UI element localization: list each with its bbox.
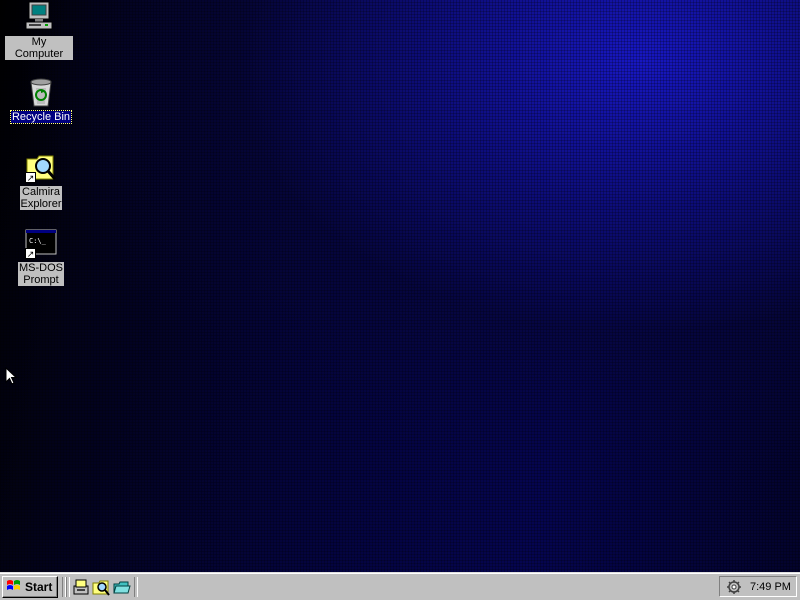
desktop[interactable]: My Computer Recycle Bin ↗ Calmira Explor…: [0, 0, 800, 572]
system-tray: 7:49 PM: [719, 576, 797, 597]
start-button[interactable]: Start: [2, 576, 58, 598]
clock[interactable]: 7:49 PM: [750, 581, 791, 593]
mouse-cursor-icon: [5, 366, 18, 392]
explore-icon: [92, 580, 110, 596]
desktop-icon-label: My Computer: [5, 36, 73, 60]
folder-icon: [113, 581, 131, 594]
windows-logo-icon: [6, 579, 22, 596]
show-desktop-icon: [73, 579, 89, 595]
desktop-icon-my-computer[interactable]: My Computer: [4, 1, 74, 60]
dos-screen-text: C:\_: [29, 237, 47, 245]
desktop-icon-label: MS-DOS Prompt: [18, 262, 64, 286]
my-computer-icon: [23, 1, 55, 33]
calmira-explorer-icon: ↗: [25, 151, 57, 183]
shortcut-arrow-icon: ↗: [25, 248, 36, 259]
desktop-icon-calmira-explorer[interactable]: ↗ Calmira Explorer: [6, 151, 76, 210]
quick-launch-show-desktop[interactable]: [72, 578, 90, 596]
taskbar: Start 7:49 PM: [0, 572, 800, 600]
settings-gear-icon[interactable]: [726, 579, 742, 595]
shortcut-arrow-icon: ↗: [25, 172, 36, 183]
start-label: Start: [25, 580, 53, 594]
toolbar-divider: [134, 577, 138, 597]
desktop-icon-label: Calmira Explorer: [19, 186, 63, 210]
desktop-icon-label: Recycle Bin: [9, 110, 73, 124]
ms-dos-prompt-icon: C:\_ ↗: [25, 227, 57, 259]
desktop-dither-pattern: [0, 0, 800, 572]
quick-launch-explore[interactable]: [92, 578, 110, 596]
quick-launch-folder[interactable]: [113, 578, 131, 596]
desktop-icon-ms-dos-prompt[interactable]: C:\_ ↗ MS-DOS Prompt: [6, 227, 76, 286]
desktop-icon-recycle-bin[interactable]: Recycle Bin: [6, 76, 76, 124]
toolbar-grip[interactable]: [66, 577, 70, 597]
recycle-bin-icon: [25, 76, 57, 108]
